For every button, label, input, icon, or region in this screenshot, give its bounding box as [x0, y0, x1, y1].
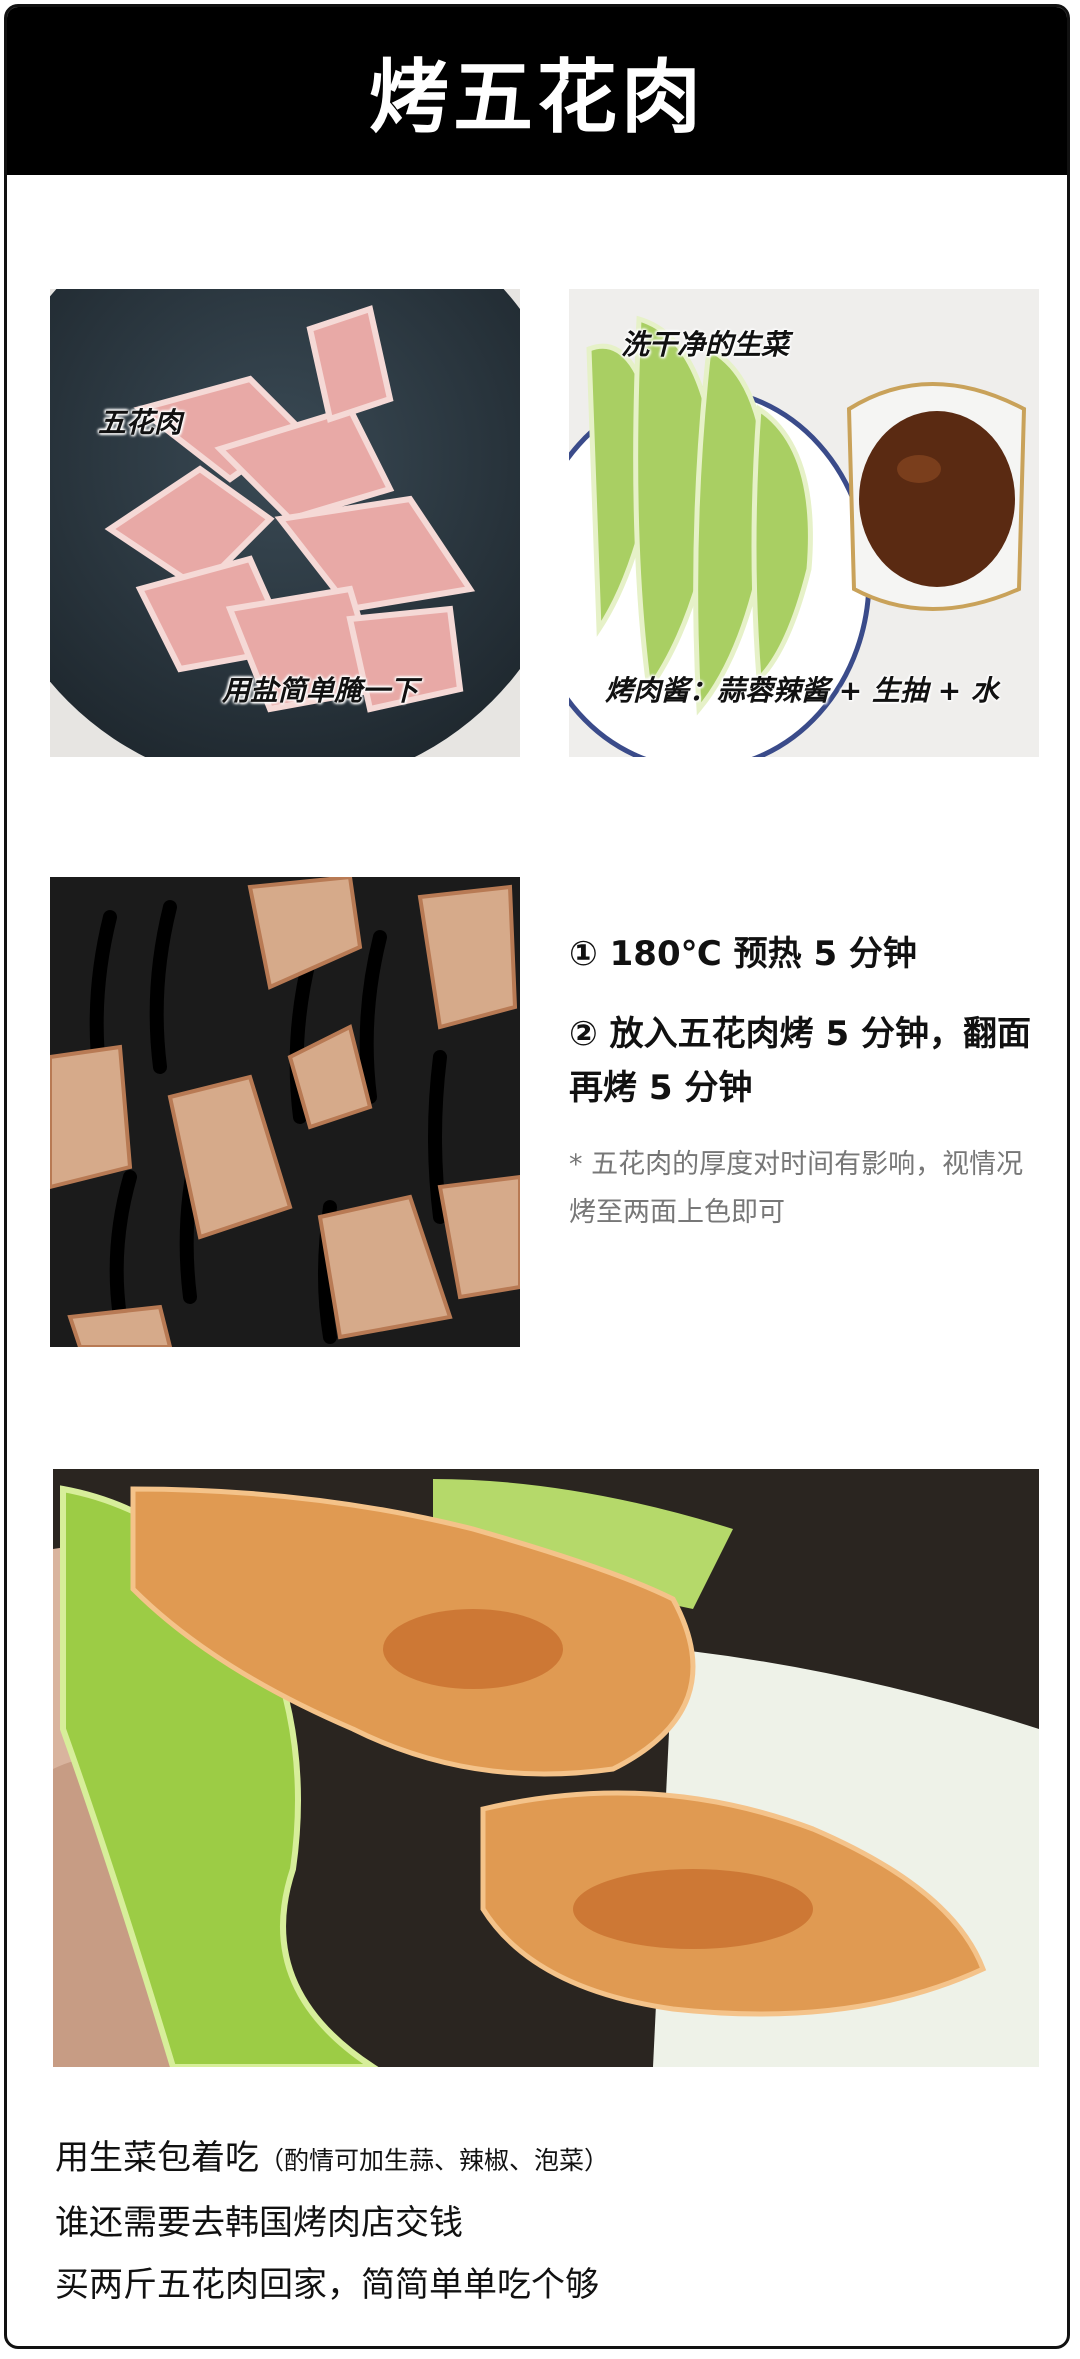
step-preheat: ① 180℃ 预热 5 分钟: [569, 934, 917, 974]
closing-line-3: 买两斤五花肉回家，简简单单吃个够: [55, 2265, 599, 2305]
sauce-label: 烤肉酱：蒜蓉辣酱 + 生抽 + 水: [605, 674, 999, 707]
closing-line-2: 谁还需要去韩国烤肉店交钱: [55, 2203, 463, 2243]
raw-pork-photo: 五花肉 用盐简单腌一下: [50, 289, 520, 757]
grilling-photo: [50, 877, 520, 1347]
title-banner: 烤五花肉: [7, 7, 1067, 175]
closing-line-1-note: （酌情可加生蒜、辣椒、泡菜）: [259, 2146, 610, 2175]
closing-text: 用生菜包着吃（酌情可加生蒜、辣椒、泡菜） 谁还需要去韩国烤肉店交钱 买两斤五花肉…: [55, 2127, 1045, 2316]
lettuce-label: 洗干净的生菜: [621, 328, 790, 361]
step-grill: ② 放入五花肉烤 5 分钟，翻面再烤 5 分钟: [569, 1014, 1031, 1108]
page-title: 烤五花肉: [369, 51, 705, 144]
closing-line-1: 用生菜包着吃（酌情可加生蒜、辣椒、泡菜）: [55, 2127, 1045, 2192]
lettuce-wrap-photo: [53, 1469, 1039, 2067]
steps-section: ① 180℃ 预热 5 分钟 ② 放入五花肉烤 5 分钟，翻面再烤 5 分钟 *…: [569, 927, 1039, 1237]
pork-label: 五花肉: [98, 406, 183, 439]
recipe-card: 烤五花肉 五花肉 用盐简单腌一下 洗干净的生菜 烤肉酱：蒜蓉辣酱 + 生抽 + …: [4, 4, 1070, 2349]
closing-line-1-main: 用生菜包着吃: [55, 2138, 259, 2178]
thickness-note: * 五花肉的厚度对时间有影响，视情况烤至两面上色即可: [569, 1149, 1024, 1228]
salt-label: 用盐简单腌一下: [222, 674, 419, 707]
lettuce-sauce-photo: 洗干净的生菜 烤肉酱：蒜蓉辣酱 + 生抽 + 水: [569, 289, 1039, 757]
